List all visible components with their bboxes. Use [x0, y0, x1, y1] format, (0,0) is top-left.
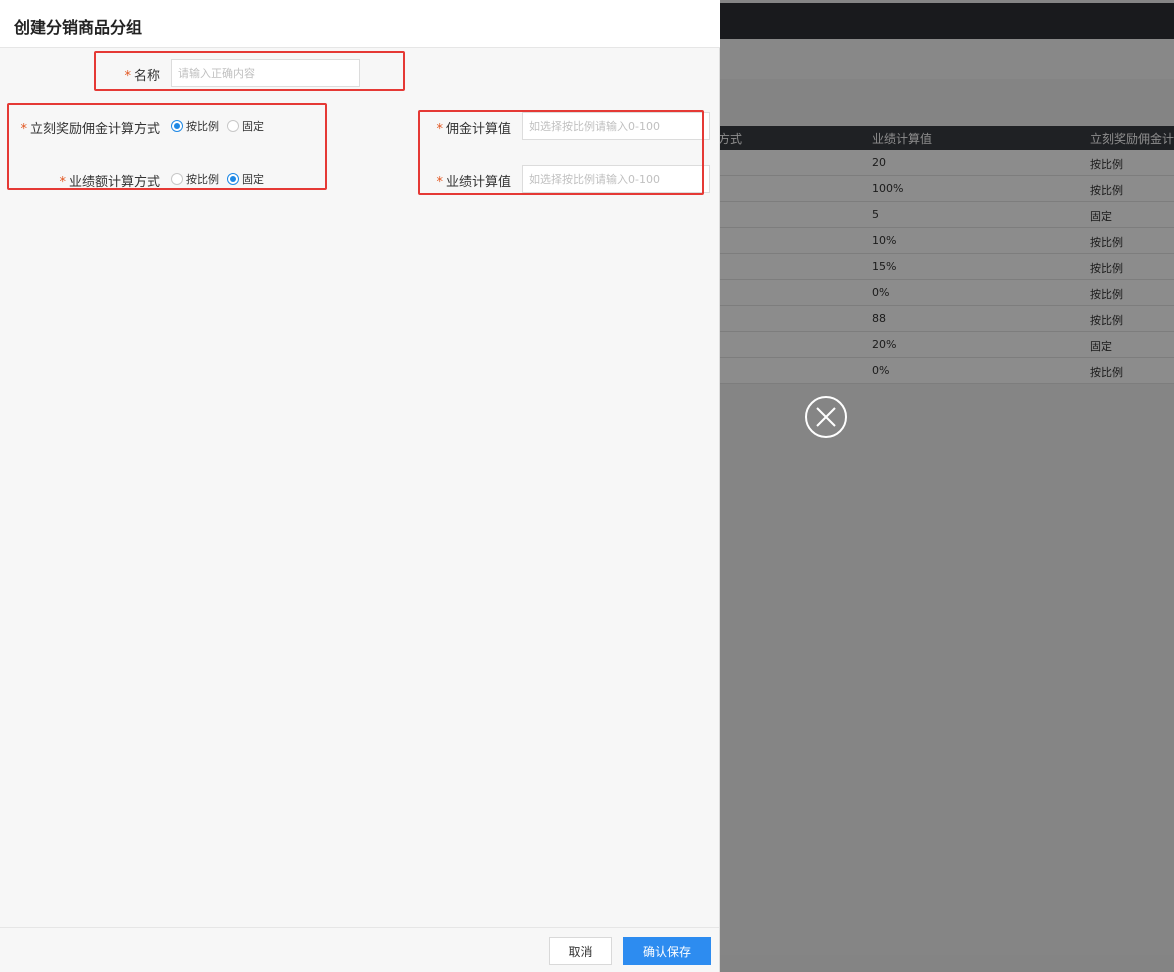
drawer-header: 创建分销商品分组	[0, 0, 720, 48]
confirm-save-button[interactable]: 确认保存	[623, 937, 711, 965]
close-circle-icon[interactable]	[805, 396, 847, 438]
cancel-button[interactable]: 取消	[549, 937, 612, 965]
create-group-drawer: 创建分销商品分组 *名称 *立刻奖励佣金计算方式 按比例 固定 *业绩额计算方式…	[0, 0, 720, 972]
drawer-title: 创建分销商品分组	[14, 18, 143, 37]
drawer-footer: 取消 确认保存	[0, 927, 719, 972]
annotation-box-name	[94, 51, 405, 91]
annotation-box-values	[418, 110, 704, 195]
annotation-box-methods	[7, 103, 327, 190]
close-icon	[816, 407, 836, 427]
